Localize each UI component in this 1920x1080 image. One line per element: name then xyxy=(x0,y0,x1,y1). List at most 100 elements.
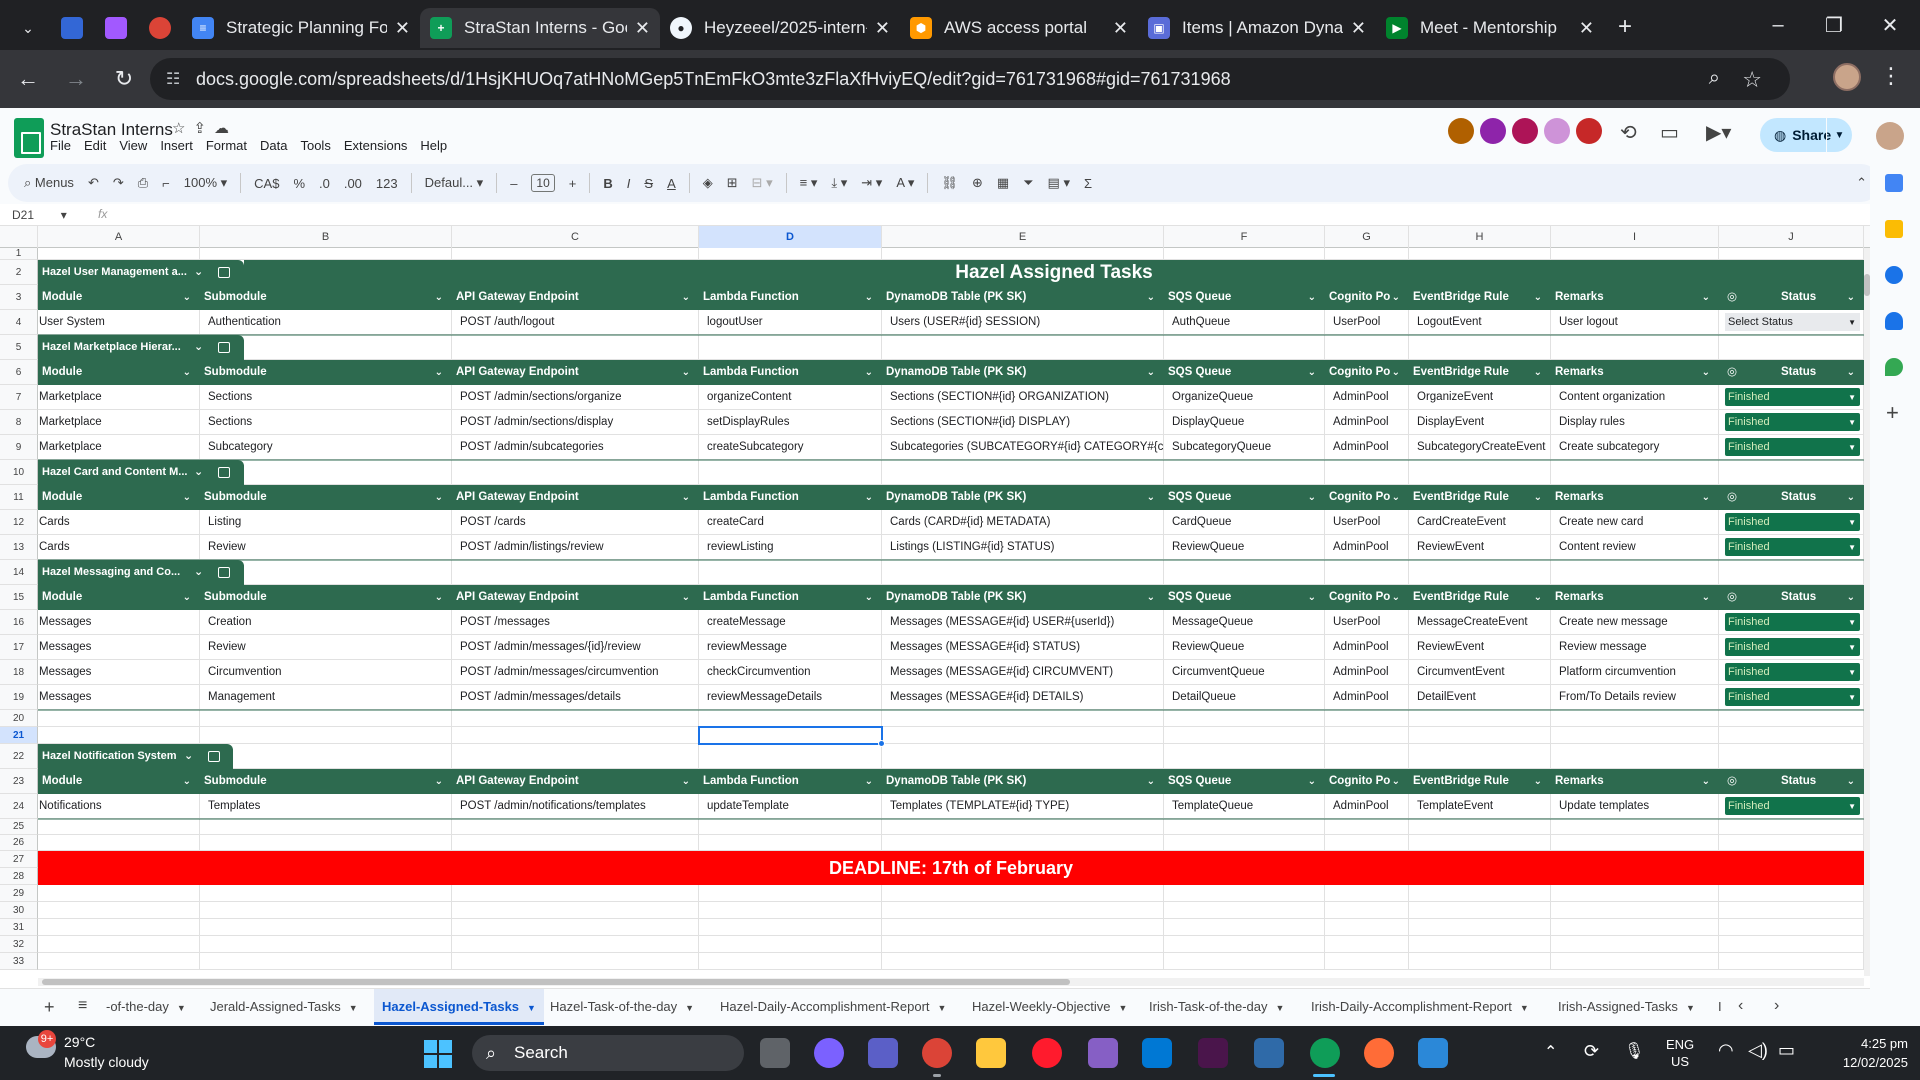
sheet-tab[interactable]: Jerald-Assigned-Tasks ▼ xyxy=(202,989,366,1025)
table-cell[interactable]: Cards (CARD#{id} METADATA) xyxy=(882,510,1164,535)
table-cell[interactable]: logoutUser xyxy=(699,310,882,335)
column-header-cell[interactable]: SQS Queue ⌄ xyxy=(1164,360,1325,385)
eye-icon[interactable]: ◎ xyxy=(1727,360,1737,384)
column-header-cell[interactable]: Module ⌄ xyxy=(38,485,200,510)
cell[interactable] xyxy=(882,248,1164,260)
scroll-tabs-left[interactable]: ‹ xyxy=(1738,997,1743,1015)
chevron-down-icon[interactable]: ⌄ xyxy=(1847,585,1855,609)
cell[interactable] xyxy=(882,885,1164,902)
chevron-down-icon[interactable]: ⌄ xyxy=(1147,360,1155,384)
share-dropdown[interactable]: ▼ xyxy=(1826,118,1852,152)
column-header-cell[interactable]: EventBridge Rule ⌄ xyxy=(1409,585,1551,610)
menu-data[interactable]: Data xyxy=(260,138,287,153)
column-header-cell[interactable]: API Gateway Endpoint ⌄ xyxy=(452,769,699,794)
print-icon[interactable]: ⎙ xyxy=(138,175,148,191)
column-header-cell[interactable]: DynamoDB Table (PK SK) ⌄ xyxy=(882,769,1164,794)
currency-format[interactable]: CA$ xyxy=(254,176,279,191)
table-cell[interactable]: setDisplayRules xyxy=(699,410,882,435)
table-view-icon[interactable] xyxy=(218,566,230,578)
column-header-cell[interactable]: Submodule ⌄ xyxy=(200,769,452,794)
fill-handle[interactable] xyxy=(878,740,885,747)
cell[interactable] xyxy=(1551,936,1719,953)
table-cell[interactable]: Messages xyxy=(38,660,200,685)
column-header-cell[interactable]: Cognito Po ⌄ xyxy=(1325,285,1409,310)
cell[interactable] xyxy=(1164,560,1325,585)
functions-icon[interactable]: Σ xyxy=(1084,176,1092,191)
cell[interactable] xyxy=(1719,885,1864,902)
restore-button[interactable]: ❐ xyxy=(1806,0,1862,50)
chevron-down-icon[interactable]: ⌄ xyxy=(1392,360,1400,384)
get-addons-icon[interactable]: + xyxy=(1886,400,1899,426)
cell[interactable] xyxy=(1164,248,1325,260)
cell[interactable] xyxy=(1719,335,1864,360)
column-header-cell[interactable]: EventBridge Rule ⌄ xyxy=(1409,485,1551,510)
percent-format[interactable]: % xyxy=(293,176,305,191)
status-dropdown[interactable]: Select Status ▼ xyxy=(1725,313,1860,331)
chevron-down-icon[interactable]: ⌄ xyxy=(1847,769,1855,793)
scroll-thumb[interactable] xyxy=(42,979,1070,985)
browser-tab[interactable]: ⬢ AWS access portal ✕ xyxy=(900,8,1138,48)
wifi-icon[interactable]: ◠ xyxy=(1718,1040,1734,1061)
cell[interactable] xyxy=(882,936,1164,953)
cell[interactable] xyxy=(200,727,452,744)
add-sheet-button[interactable]: + xyxy=(44,997,55,1018)
cell[interactable] xyxy=(882,835,1164,851)
cell[interactable] xyxy=(1551,819,1719,835)
chevron-down-icon[interactable]: ⌄ xyxy=(194,260,203,285)
menu-format[interactable]: Format xyxy=(206,138,247,153)
cell[interactable] xyxy=(38,710,200,727)
table-cell[interactable]: checkCircumvention xyxy=(699,660,882,685)
status-dropdown[interactable]: Finished ▼ xyxy=(1725,638,1860,656)
windows-start-icon[interactable] xyxy=(424,1040,452,1068)
close-tab-icon[interactable]: ✕ xyxy=(1351,18,1366,39)
cell[interactable] xyxy=(452,248,699,260)
cell[interactable] xyxy=(1719,710,1864,727)
scroll-tabs-right[interactable]: › xyxy=(1774,997,1779,1015)
document-title[interactable]: StraStan Interns xyxy=(50,120,173,140)
comment-icon[interactable]: ⊕ xyxy=(972,175,983,191)
row-header[interactable]: 23 xyxy=(0,769,38,794)
table-cell[interactable]: updateTemplate xyxy=(699,794,882,819)
cell[interactable] xyxy=(699,936,882,953)
chevron-down-icon[interactable]: ⌄ xyxy=(865,585,873,609)
table-group-header[interactable]: Hazel Messaging and Co... ⌄ xyxy=(38,560,244,585)
close-window-button[interactable]: ✕ xyxy=(1862,0,1918,50)
teams-icon[interactable] xyxy=(868,1038,898,1068)
minimize-button[interactable]: – xyxy=(1750,0,1806,50)
chevron-down-icon[interactable]: ⌄ xyxy=(194,335,203,360)
zoom-icon[interactable]: ⌕ xyxy=(1709,67,1720,90)
caret-down-icon[interactable]: ▼ xyxy=(349,1003,358,1013)
cell[interactable] xyxy=(1325,936,1409,953)
reload-button[interactable]: ↻ xyxy=(104,59,144,99)
table-cell[interactable]: Finished ▼ xyxy=(1719,535,1864,560)
column-header-cell[interactable]: Lambda Function ⌄ xyxy=(699,285,882,310)
cell[interactable] xyxy=(882,727,1164,744)
menu-edit[interactable]: Edit xyxy=(84,138,106,153)
tasks-icon[interactable] xyxy=(1885,266,1903,284)
chevron-down-icon[interactable]: ⌄ xyxy=(184,744,193,769)
increase-decimal[interactable]: .00 xyxy=(344,176,362,191)
table-cell[interactable]: reviewListing xyxy=(699,535,882,560)
table-cell[interactable]: AuthQueue xyxy=(1164,310,1325,335)
cell[interactable] xyxy=(1164,902,1325,919)
all-sheets-button[interactable]: ≡ xyxy=(78,997,87,1015)
cell[interactable] xyxy=(1409,727,1551,744)
sheet-tab[interactable]: Irish-Daily-Accomplishment-Report ▼ xyxy=(1303,989,1537,1025)
table-cell[interactable]: AdminPool xyxy=(1325,660,1409,685)
column-header-a[interactable]: A xyxy=(38,226,200,248)
table-cell[interactable]: reviewMessageDetails xyxy=(699,685,882,710)
row-header[interactable]: 6 xyxy=(0,360,38,385)
filter-views-icon[interactable]: ▤ ▾ xyxy=(1048,175,1070,191)
cell[interactable] xyxy=(699,460,882,485)
column-header-cell[interactable]: ◎ Status ⌄ xyxy=(1719,585,1864,610)
pinned-tab-3[interactable] xyxy=(138,8,182,48)
caret-down-icon[interactable]: ▼ xyxy=(938,1003,947,1013)
row-header[interactable]: 15 xyxy=(0,585,38,610)
cell[interactable] xyxy=(1325,819,1409,835)
table-cell[interactable]: Create subcategory xyxy=(1551,435,1719,460)
status-dropdown[interactable]: Finished ▼ xyxy=(1725,613,1860,631)
font-size-input[interactable]: 10 xyxy=(531,174,555,192)
row-header[interactable]: 8 xyxy=(0,410,38,435)
cell[interactable] xyxy=(1409,885,1551,902)
table-cell[interactable]: Review xyxy=(200,635,452,660)
